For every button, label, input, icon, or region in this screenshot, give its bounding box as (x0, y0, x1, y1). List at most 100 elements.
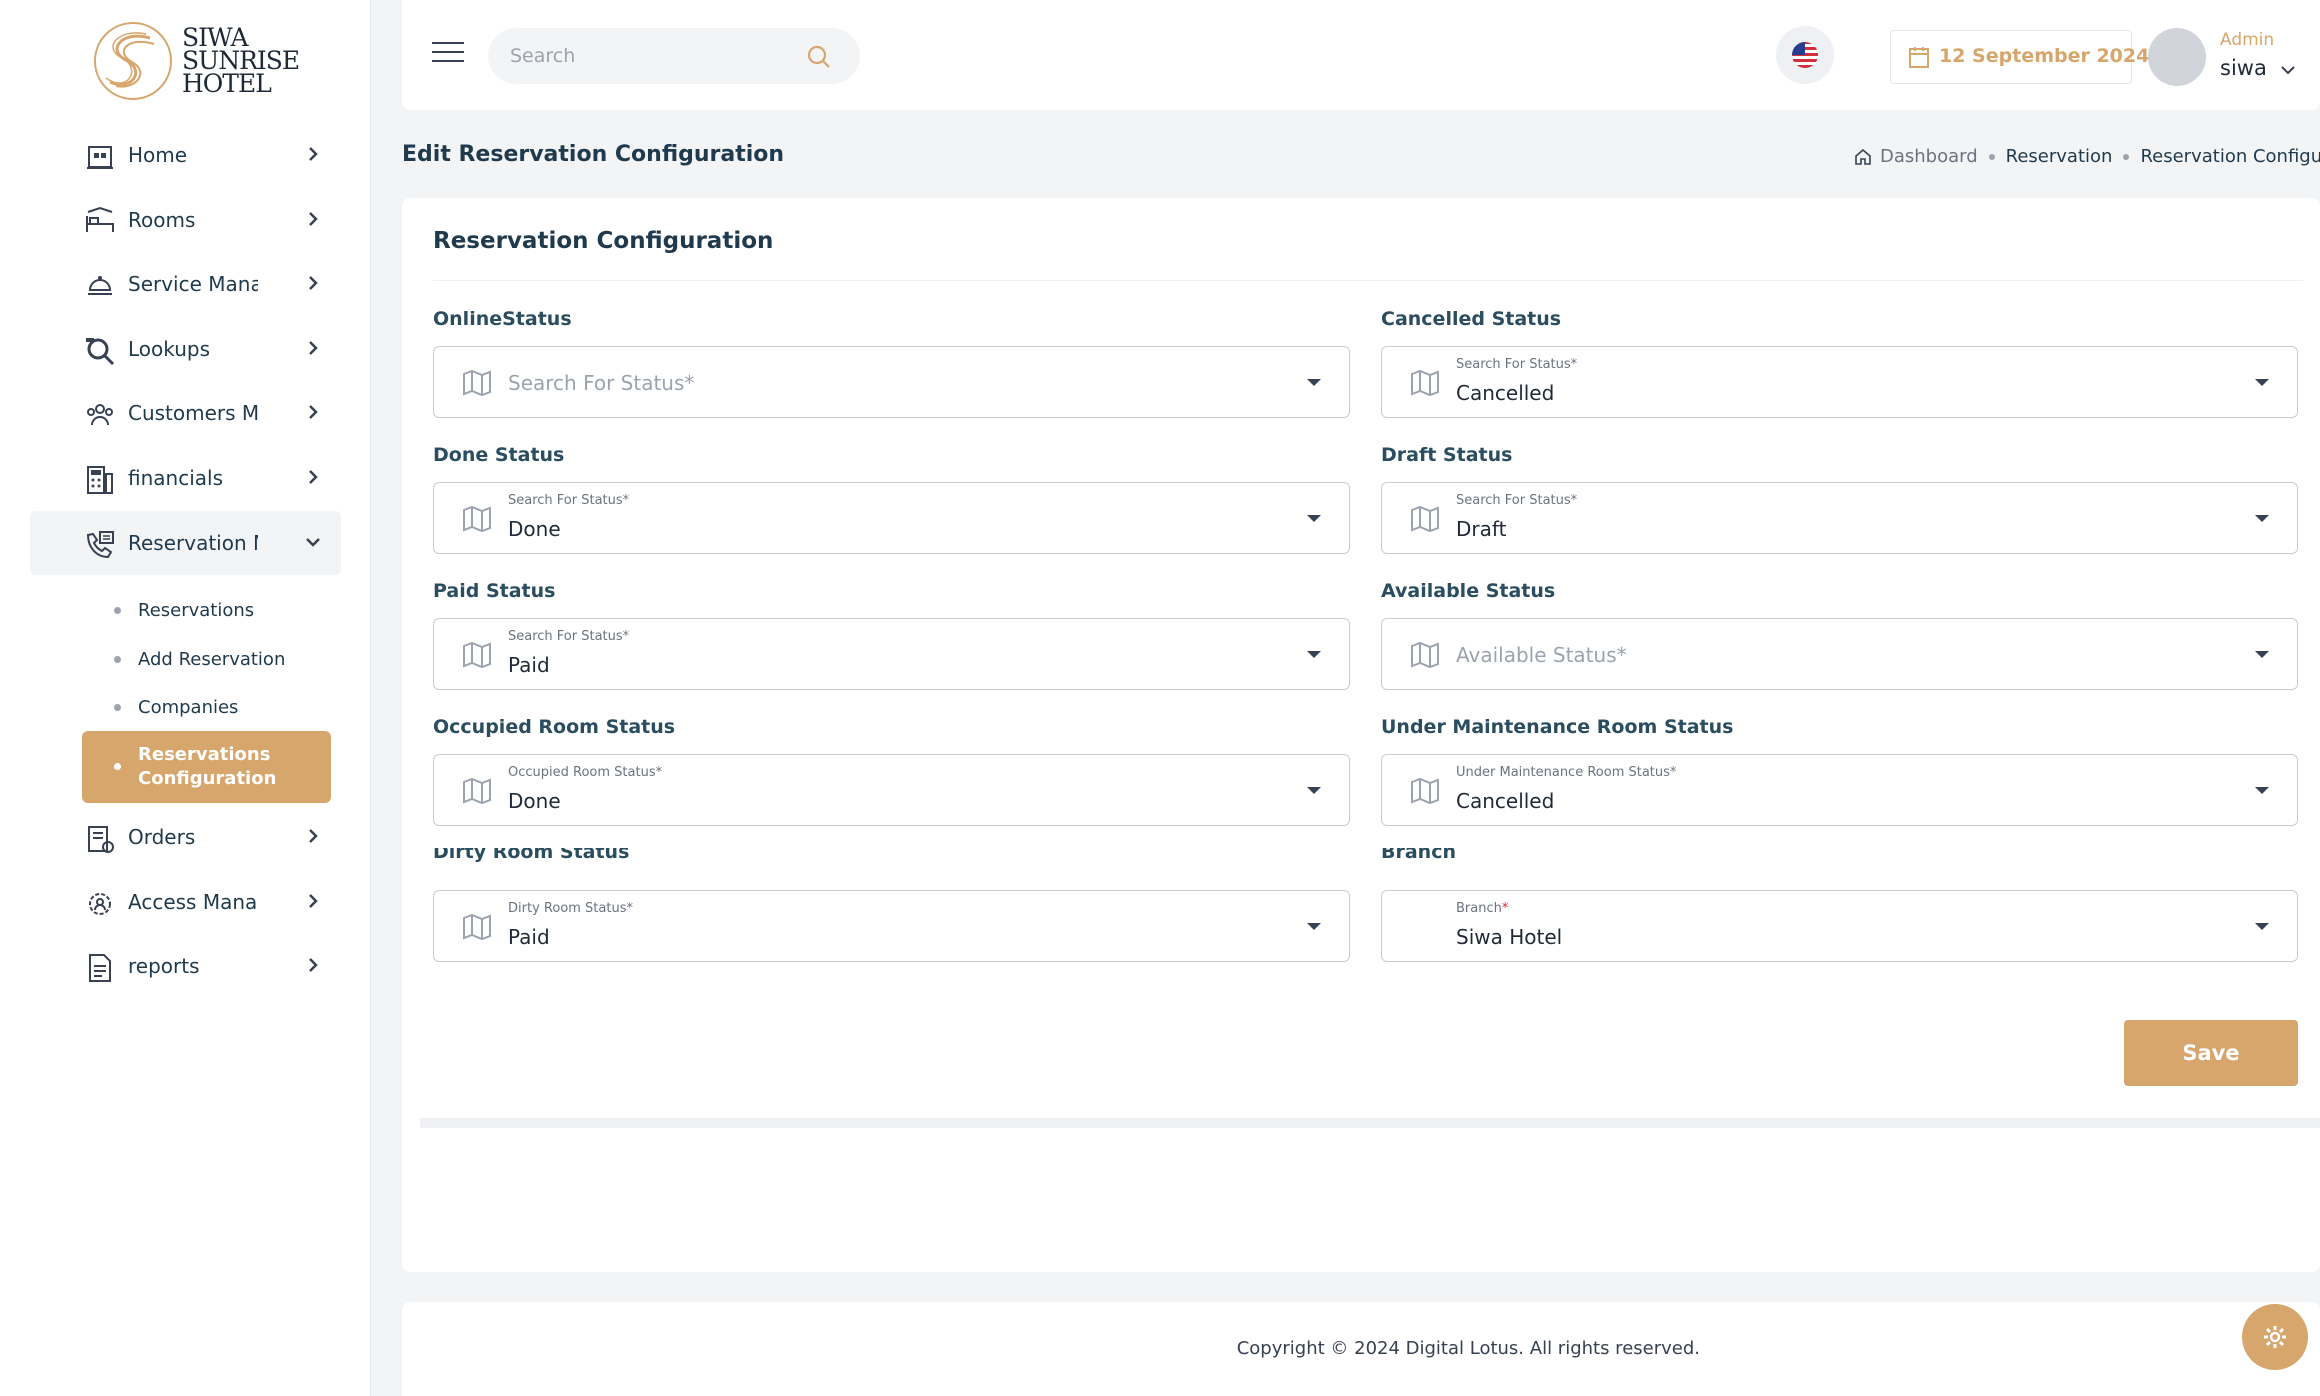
chevron-down-icon[interactable] (2278, 60, 2298, 80)
bullet-dot (114, 656, 121, 663)
search-icon[interactable] (806, 44, 832, 70)
breadcrumb-dashboard[interactable]: Dashboard (1880, 146, 1978, 167)
logo-wordmark: SIWA SUNRISE HOTEL (182, 25, 300, 98)
select-value: Paid (508, 925, 550, 949)
divider (433, 280, 2303, 281)
calendar-icon (1909, 47, 1929, 68)
branch-select[interactable]: Branch* Siwa Hotel (1381, 890, 2298, 962)
bullet-dot (114, 704, 121, 711)
done-status-label: Done Status (433, 444, 565, 466)
select-floating-label: Search For Status* (1456, 493, 1578, 508)
logo-line-3: HOTEL (182, 69, 272, 98)
branch-floating-text: Branch (1456, 901, 1502, 916)
sidebar-item-service-management[interactable]: Service Mana (30, 252, 341, 316)
chevron-right-icon (309, 958, 318, 972)
breadcrumb-separator (2123, 153, 2130, 160)
sidebar-item-label: Home (128, 143, 188, 167)
hotel-logo[interactable]: SIWA SUNRISE HOTEL (92, 20, 300, 102)
save-button[interactable]: Save (2124, 1020, 2298, 1086)
select-value: Done (508, 517, 561, 541)
sidebar-subitem-reservations-configuration[interactable]: Reservations Configuration (82, 731, 331, 803)
sidebar-item-label: Lookups (128, 337, 211, 361)
sidebar-subitem-reservations[interactable]: Reservations (82, 590, 330, 630)
settings-button[interactable] (2242, 1304, 2308, 1370)
dirty-room-status-select[interactable]: Dirty Room Status* Paid (433, 890, 1350, 962)
sidebar-subitem-add-reservation[interactable]: Add Reservation (82, 639, 330, 679)
user-name[interactable]: siwa (2220, 56, 2267, 80)
sidebar-item-rooms[interactable]: Rooms (30, 188, 341, 252)
map-icon (463, 913, 491, 941)
sidebar: SIWA SUNRISE HOTEL Home Rooms Service Ma… (0, 0, 371, 1396)
select-value: Cancelled (1456, 381, 1555, 405)
card-title: Reservation Configuration (433, 228, 774, 254)
caret-down-icon (2255, 651, 2269, 658)
sidebar-item-lookups[interactable]: Lookups (30, 317, 341, 381)
orders-icon (88, 826, 114, 853)
home-icon (87, 146, 113, 169)
chevron-down-icon (306, 538, 320, 547)
bed-icon (86, 206, 114, 232)
occupied-room-status-select[interactable]: Occupied Room Status* Done (433, 754, 1350, 826)
sidebar-item-customers[interactable]: Customers M (30, 381, 341, 445)
draft-status-label: Draft Status (1381, 444, 1513, 466)
menu-toggle-icon[interactable] (432, 42, 464, 66)
online-status-select[interactable]: Search For Status* (433, 346, 1350, 418)
breadcrumb: Dashboard Reservation Reservation Config… (1854, 146, 2320, 167)
map-icon (463, 641, 491, 669)
sidebar-item-label: financials (128, 466, 223, 490)
caret-down-icon (2255, 379, 2269, 386)
language-switcher[interactable] (1776, 26, 1834, 84)
select-floating-label: Dirty Room Status* (508, 901, 633, 916)
breadcrumb-current: Reservation Configuratio (2140, 146, 2320, 167)
caret-down-icon (1307, 923, 1321, 930)
sidebar-subitem-label: Companies (138, 697, 239, 718)
dirty-room-status-label: Dirty Room Status (433, 848, 630, 862)
sidebar-item-financials[interactable]: financials (30, 446, 341, 510)
caret-down-icon (1307, 379, 1321, 386)
calculator-icon (87, 466, 113, 494)
branch-label: Branch (1381, 848, 1456, 862)
required-asterisk: * (1501, 901, 1509, 916)
breadcrumb-reservation[interactable]: Reservation (2006, 146, 2113, 167)
chevron-right-icon (309, 829, 318, 843)
map-icon (1411, 641, 1439, 669)
copyright-text: Copyright © 2024 Digital Lotus. All righ… (1236, 1338, 1700, 1359)
paid-status-select[interactable]: Search For Status* Paid (433, 618, 1350, 690)
bullet-dot (114, 607, 121, 614)
sidebar-item-orders[interactable]: Orders (30, 805, 341, 869)
chevron-right-icon (309, 147, 318, 161)
caret-down-icon (2255, 787, 2269, 794)
sidebar-item-reservation[interactable]: Reservation M (30, 511, 341, 575)
caret-down-icon (1307, 787, 1321, 794)
cancelled-status-select[interactable]: Search For Status* Cancelled (1381, 346, 2298, 418)
sidebar-item-label: Access Manag (128, 890, 258, 914)
avatar[interactable] (2148, 28, 2206, 86)
date-display[interactable]: 12 September 2024 (1890, 30, 2149, 84)
service-bell-icon (88, 276, 112, 295)
map-icon (463, 505, 491, 533)
sidebar-item-label: Reservation M (128, 531, 258, 555)
map-icon (463, 369, 491, 397)
under-maintenance-room-status-select[interactable]: Under Maintenance Room Status* Cancelled (1381, 754, 2298, 826)
select-placeholder: Search For Status* (508, 371, 695, 395)
cancelled-status-label: Cancelled Status (1381, 308, 1562, 330)
horizontal-scrollbar[interactable] (420, 1118, 2320, 1128)
under-maintenance-room-status-label: Under Maintenance Room Status (1381, 716, 1734, 738)
available-status-select[interactable]: Available Status* (1381, 618, 2298, 690)
sidebar-item-reports[interactable]: reports (30, 934, 341, 998)
page-title: Edit Reservation Configuration (402, 142, 785, 167)
sidebar-item-label: Rooms (128, 208, 196, 232)
select-floating-label: Search For Status* (508, 493, 630, 508)
search-input[interactable] (510, 28, 810, 84)
us-flag-icon (1792, 42, 1818, 68)
sidebar-item-access-management[interactable]: Access Manag (30, 870, 341, 934)
caret-down-icon (1307, 515, 1321, 522)
sidebar-item-home[interactable]: Home (30, 123, 341, 187)
sidebar-item-label: Orders (128, 825, 196, 849)
sidebar-subitem-companies[interactable]: Companies (82, 687, 330, 727)
sidebar-subitem-label: Reservations Configuration (138, 744, 277, 789)
footer: Copyright © 2024 Digital Lotus. All righ… (402, 1302, 2320, 1396)
done-status-select[interactable]: Search For Status* Done (433, 482, 1350, 554)
draft-status-select[interactable]: Search For Status* Draft (1381, 482, 2298, 554)
select-value: Siwa Hotel (1456, 925, 1563, 949)
